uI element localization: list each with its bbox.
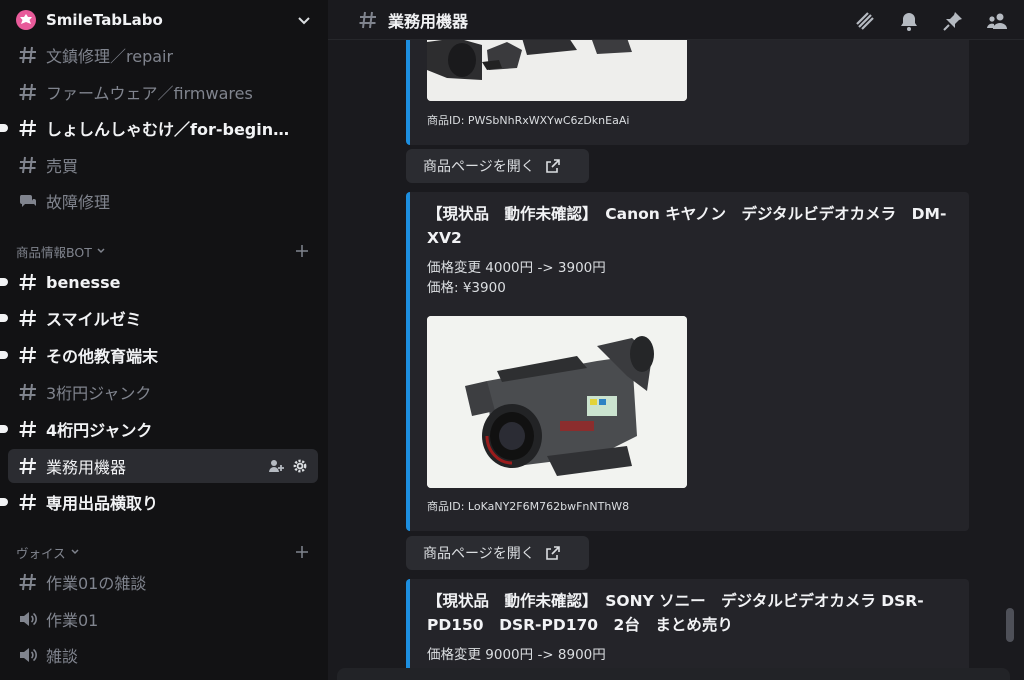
category-label: ヴォイス <box>16 545 66 561</box>
invite-icon[interactable] <box>268 458 284 474</box>
channel-label: 3桁円ジャンク <box>46 384 152 403</box>
gear-icon[interactable] <box>292 458 308 474</box>
channel-item[interactable]: その他教育端末 <box>0 338 318 372</box>
channel-label: 文鎮修理／repair <box>46 47 174 66</box>
unread-indicator <box>0 124 8 132</box>
text-channel-icon <box>19 573 36 591</box>
channel-item[interactable]: 文鎮修理／repair <box>8 38 318 72</box>
channel-item[interactable]: 作業01 <box>8 602 318 636</box>
text-channel-icon <box>19 119 36 137</box>
channel-sidebar: SmileTabLabo 文鎮修理／repair ファームウェア／firmwar… <box>0 0 328 680</box>
product-image[interactable] <box>427 40 687 101</box>
chevron-down-icon <box>97 248 105 254</box>
channel-label: 故障修理 <box>46 193 111 212</box>
message-list: 商品ID: PWSbNhRxWXYwC6zDknEaAi 商品ページを開く 【現… <box>328 40 1024 680</box>
product-embed: 【現状品 動作未確認】 SONY ソニー デジタルビデオカメラ DSR-PD15… <box>406 579 969 680</box>
channel-label: 4桁円ジャンク <box>46 421 153 440</box>
price: 価格: ¥3900 <box>427 280 506 296</box>
forum-channel-icon <box>19 195 36 207</box>
channel-item[interactable]: benesse <box>0 265 318 299</box>
speaker-icon <box>20 648 37 662</box>
channel-label: 業務用機器 <box>46 458 127 477</box>
text-channel-icon <box>19 493 36 511</box>
text-channel-icon <box>19 420 36 438</box>
add-channel-icon[interactable] <box>294 544 310 560</box>
button-label: 商品ページを開く <box>423 546 535 562</box>
channel-item[interactable]: しょしんしゃむけ／for-beginn... <box>0 111 318 145</box>
channel-label: ファームウェア／firmwares <box>46 84 253 103</box>
message-composer[interactable] <box>337 668 1010 680</box>
embed-title[interactable]: 【現状品 動作未確認】 Canon キヤノン デジタルビデオカメラ DM-XV2 <box>427 202 947 250</box>
server-icon <box>16 10 36 30</box>
product-embed: 商品ID: PWSbNhRxWXYwC6zDknEaAi <box>406 40 969 145</box>
server-header[interactable]: SmileTabLabo <box>0 0 328 40</box>
text-channel-icon <box>19 156 36 174</box>
channel-item[interactable]: 4桁円ジャンク <box>0 412 318 446</box>
product-embed: 【現状品 動作未確認】 Canon キヤノン デジタルビデオカメラ DM-XV2… <box>406 192 969 531</box>
threads-icon[interactable] <box>854 10 876 32</box>
text-channel-icon <box>19 83 36 101</box>
open-product-page-button[interactable]: 商品ページを開く <box>406 149 589 183</box>
add-channel-icon[interactable] <box>294 243 310 259</box>
external-link-icon <box>545 546 560 560</box>
text-channel-icon <box>19 309 36 327</box>
unread-indicator <box>0 351 8 359</box>
external-link-icon <box>545 159 560 173</box>
channel-label: 雑談 <box>46 647 79 666</box>
unread-indicator <box>0 278 8 286</box>
price-change: 価格変更 4000円 -> 3900円 <box>427 260 606 276</box>
text-channel-icon <box>19 46 36 64</box>
chevron-down-icon[interactable] <box>296 12 312 28</box>
channel-item[interactable]: ファームウェア／firmwares <box>8 75 318 109</box>
channel-label: 売買 <box>46 157 79 176</box>
product-id: 商品ID: LoKaNY2F6M762bwFnNThW8 <box>427 500 630 513</box>
category-header[interactable]: ヴォイス <box>16 542 310 562</box>
text-channel-icon <box>19 457 36 475</box>
text-channel-icon <box>19 383 36 401</box>
channel-title: 業務用機器 <box>388 11 469 31</box>
channel-label: 専用出品横取り <box>46 494 159 513</box>
unread-indicator <box>0 425 8 433</box>
channel-item[interactable]: 売買 <box>8 148 318 182</box>
open-product-page-button[interactable]: 商品ページを開く <box>406 536 589 570</box>
unread-indicator <box>0 498 8 506</box>
channel-item[interactable]: 3桁円ジャンク <box>8 375 318 409</box>
scrollbar-thumb[interactable] <box>1006 608 1014 642</box>
channel-label: しょしんしゃむけ／for-beginn... <box>46 120 296 139</box>
unread-indicator <box>0 314 8 322</box>
text-channel-icon <box>19 346 36 364</box>
channel-label: 作業01の雑談 <box>46 574 147 593</box>
server-name: SmileTabLabo <box>46 11 163 29</box>
channel-label: 作業01 <box>46 611 99 630</box>
channel-item[interactable]: スマイルゼミ <box>0 301 318 335</box>
pin-icon[interactable] <box>942 10 964 32</box>
speaker-icon <box>20 612 37 626</box>
embed-title[interactable]: 【現状品 動作未確認】 SONY ソニー デジタルビデオカメラ DSR-PD15… <box>427 589 947 637</box>
text-channel-icon <box>359 11 376 28</box>
channel-header: 業務用機器 <box>328 0 1024 40</box>
product-id: 商品ID: PWSbNhRxWXYwC6zDknEaAi <box>427 114 630 127</box>
button-label: 商品ページを開く <box>423 159 535 175</box>
channel-item[interactable]: 専用出品横取り <box>0 485 318 519</box>
channel-label: benesse <box>46 272 121 292</box>
category-label: 商品情報BOT <box>16 244 92 260</box>
price-change: 価格変更 9000円 -> 8900円 <box>427 647 606 663</box>
text-channel-icon <box>19 273 36 291</box>
category-header[interactable]: 商品情報BOT <box>16 241 310 261</box>
channel-item-selected[interactable]: 業務用機器 <box>8 449 318 483</box>
channel-item[interactable]: 作業01の雑談 <box>8 565 318 599</box>
channel-label: スマイルゼミ <box>46 310 142 329</box>
channel-label: その他教育端末 <box>46 347 159 366</box>
members-icon[interactable] <box>986 10 1008 32</box>
chevron-down-icon <box>71 549 79 555</box>
channel-item[interactable]: 故障修理 <box>8 184 318 218</box>
bell-icon[interactable] <box>898 10 920 32</box>
channel-item[interactable]: 雑談 <box>8 638 318 672</box>
product-image[interactable] <box>427 316 687 488</box>
